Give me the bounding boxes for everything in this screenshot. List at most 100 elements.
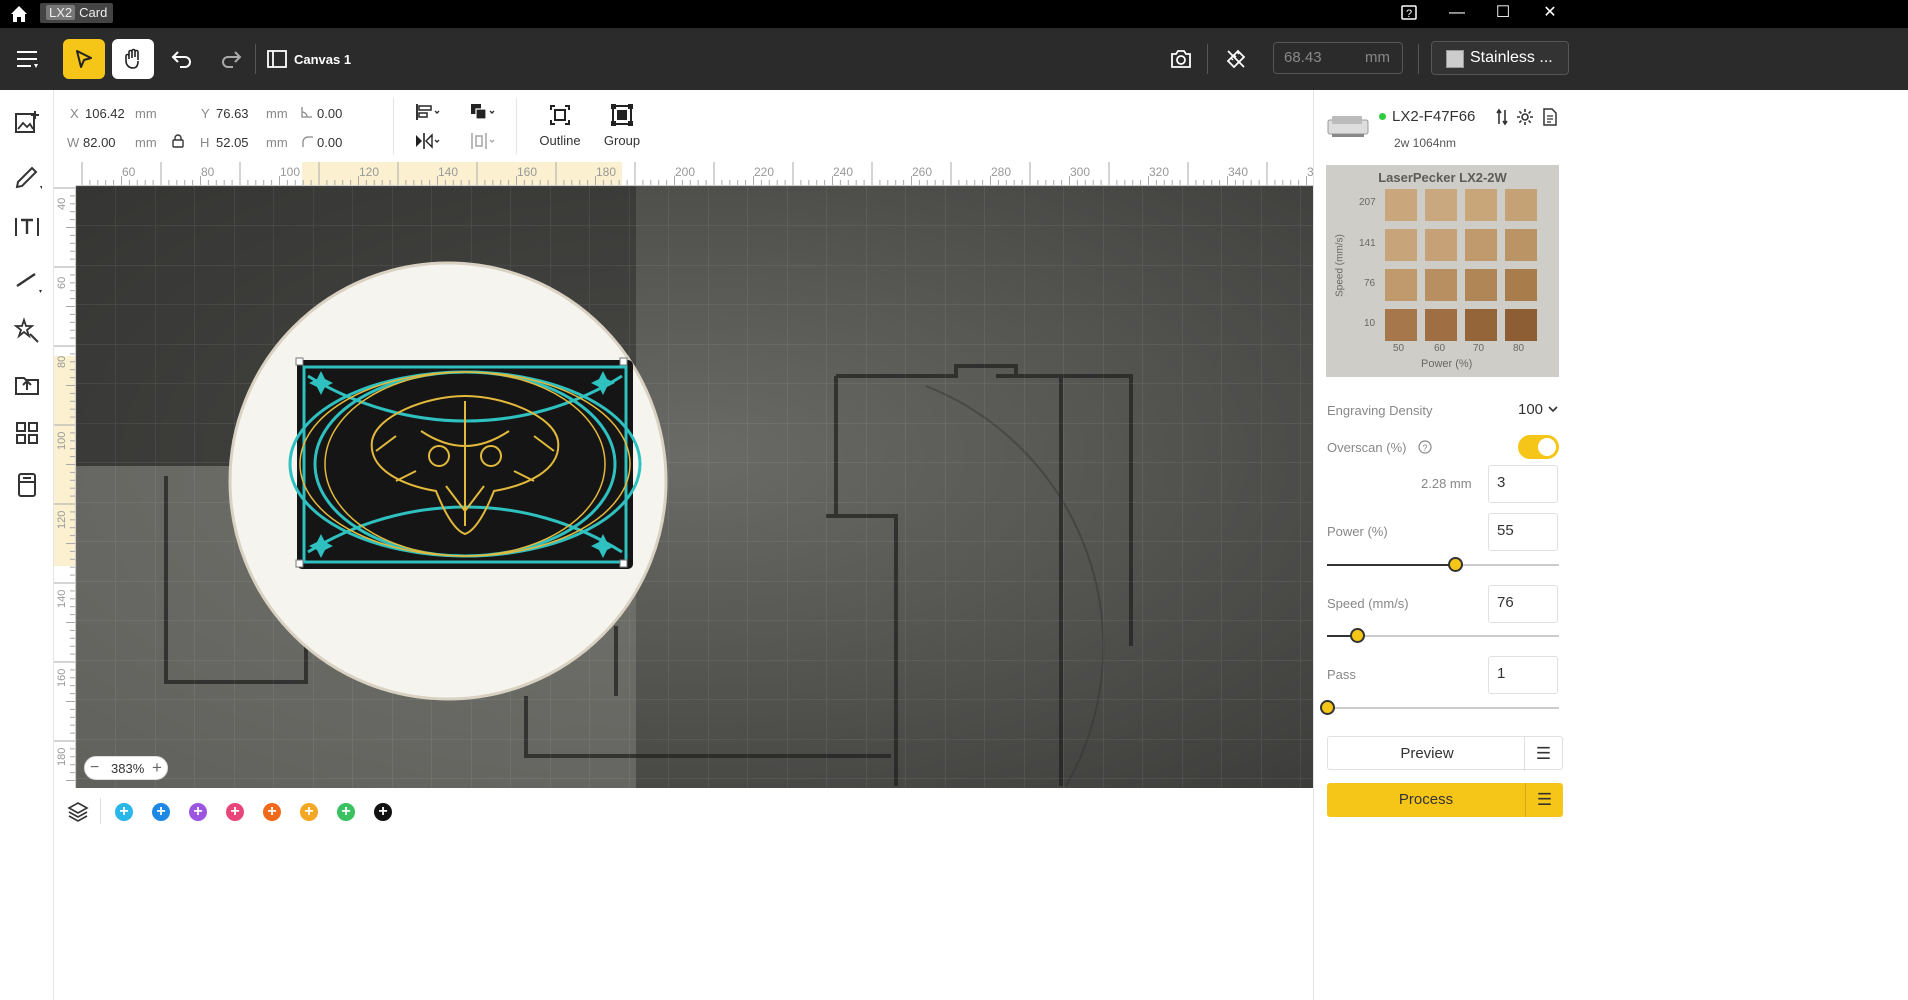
w-label: W xyxy=(67,135,80,150)
focus-distance-unit: mm xyxy=(1365,49,1390,66)
zoom-out-button[interactable]: − xyxy=(90,759,99,777)
engraving-density-select[interactable]: 100 xyxy=(1518,401,1559,418)
pass-slider-knob[interactable] xyxy=(1320,700,1335,715)
templates-icon[interactable] xyxy=(12,418,42,448)
add-layer-button[interactable]: + xyxy=(374,803,392,821)
menu-icon[interactable] xyxy=(6,39,48,79)
ruler-label: 120 xyxy=(359,165,380,179)
outline-button[interactable]: Outline xyxy=(534,104,586,148)
layers-icon[interactable] xyxy=(67,800,89,827)
process-menu-icon[interactable]: ☰ xyxy=(1525,783,1563,817)
group-button[interactable]: Group xyxy=(599,104,645,148)
camera-button[interactable] xyxy=(1160,39,1202,79)
ruler-label: 120 xyxy=(56,510,68,529)
pan-tool-button[interactable] xyxy=(112,39,154,79)
text-tool-icon[interactable] xyxy=(12,212,42,242)
speed-tick: 76 xyxy=(1364,278,1376,289)
speed-tick: 141 xyxy=(1359,238,1376,249)
power-input[interactable]: 55 xyxy=(1488,513,1558,551)
speed-input[interactable]: 76 xyxy=(1488,585,1558,623)
add-layer-button[interactable]: + xyxy=(226,803,244,821)
w-unit: mm xyxy=(135,135,157,150)
camera-icon xyxy=(1171,50,1191,68)
overscan-input[interactable]: 3 xyxy=(1488,465,1558,503)
test-swatch xyxy=(1465,229,1497,261)
add-layer-button[interactable]: + xyxy=(337,803,355,821)
workspace-canvas[interactable] xyxy=(76,186,1313,788)
zoom-in-button[interactable]: + xyxy=(152,758,162,778)
speed-label: Speed (mm/s) xyxy=(1327,596,1409,611)
help-icon[interactable]: ? xyxy=(1386,0,1432,28)
power-slider-knob[interactable] xyxy=(1448,557,1463,572)
measure-button[interactable] xyxy=(1215,39,1257,79)
device-icon[interactable] xyxy=(12,470,42,500)
width-field[interactable]: 82.00 xyxy=(83,135,116,150)
material-swatch-icon xyxy=(1446,50,1464,68)
device-name[interactable]: LX2-F47F66 xyxy=(1392,108,1475,125)
device-settings-icon[interactable] xyxy=(1516,108,1534,131)
add-image-icon[interactable] xyxy=(12,108,42,138)
test-swatch xyxy=(1465,189,1497,221)
distribute-icon[interactable] xyxy=(469,131,497,156)
preview-button[interactable]: Preview ☰ xyxy=(1327,736,1563,771)
shapes-tool-icon[interactable] xyxy=(12,316,42,346)
rotation-field[interactable]: 0.00 xyxy=(317,106,342,121)
test-swatch xyxy=(1425,269,1457,301)
speed-tick: 10 xyxy=(1364,318,1376,329)
layerbar-divider xyxy=(100,798,101,824)
add-layer-button[interactable]: + xyxy=(300,803,318,821)
pass-slider[interactable] xyxy=(1320,700,1559,715)
material-selector[interactable]: Stainless ... xyxy=(1431,41,1569,75)
add-layer-button[interactable]: + xyxy=(263,803,281,821)
left-sidebar xyxy=(0,90,54,1000)
line-tool-icon[interactable] xyxy=(12,264,42,294)
overscan-toggle[interactable] xyxy=(1518,435,1559,459)
x-field[interactable]: 106.42 xyxy=(85,106,125,121)
select-tool-button[interactable] xyxy=(63,39,105,79)
canvas-selector[interactable]: Canvas 1 xyxy=(258,39,358,79)
arrange-icon[interactable] xyxy=(469,102,497,127)
power-slider[interactable] xyxy=(1327,557,1559,572)
y-unit: mm xyxy=(266,106,288,121)
y-field[interactable]: 76.63 xyxy=(216,106,249,121)
speed-slider-knob[interactable] xyxy=(1350,628,1365,643)
ruler-label: 140 xyxy=(438,165,459,179)
add-layer-button[interactable]: + xyxy=(152,803,170,821)
layer-bar: + + + + + + + + xyxy=(54,788,1313,834)
lock-ratio-icon[interactable] xyxy=(171,134,185,153)
device-adjust-icon[interactable] xyxy=(1494,108,1510,131)
ruler-label: 280 xyxy=(991,165,1012,179)
group-icon xyxy=(611,104,633,126)
ruler-label: 160 xyxy=(56,668,68,687)
group-label: Group xyxy=(603,133,641,148)
height-field[interactable]: 52.05 xyxy=(216,135,249,150)
process-button[interactable]: Process ☰ xyxy=(1327,783,1563,817)
preview-menu-icon[interactable]: ☰ xyxy=(1524,737,1562,771)
home-icon[interactable] xyxy=(8,3,30,25)
minimize-button[interactable]: — xyxy=(1434,0,1480,28)
pass-input[interactable]: 1 xyxy=(1488,656,1558,694)
speed-slider[interactable] xyxy=(1327,628,1559,643)
vertical-ruler: 40 60 80 100 120 140 160 180 xyxy=(54,186,76,788)
chevron-down-icon xyxy=(1548,406,1558,413)
main-toolbar: Canvas 1 68.43 mm Stainless ... xyxy=(0,28,1908,90)
redo-button[interactable] xyxy=(210,39,252,79)
pen-tool-icon[interactable] xyxy=(12,160,43,190)
focus-distance-input[interactable]: 68.43 mm xyxy=(1273,42,1403,74)
power-tick: 70 xyxy=(1473,343,1485,354)
add-layer-button[interactable]: + xyxy=(115,803,133,821)
import-icon[interactable] xyxy=(12,368,42,398)
undo-button[interactable] xyxy=(161,39,203,79)
close-button[interactable]: ✕ xyxy=(1527,0,1573,28)
ruler-corner xyxy=(54,162,76,186)
device-log-icon[interactable] xyxy=(1542,108,1558,131)
corner-radius-field[interactable]: 0.00 xyxy=(317,135,342,150)
outline-icon xyxy=(550,105,570,125)
align-icon[interactable] xyxy=(414,102,442,127)
material-name: Stainless ... xyxy=(1470,49,1553,66)
flip-icon[interactable] xyxy=(414,131,442,156)
info-icon[interactable]: ? xyxy=(1418,440,1432,459)
add-layer-button[interactable]: + xyxy=(189,803,207,821)
maximize-button[interactable]: ☐ xyxy=(1480,0,1526,28)
ruler-label: 220 xyxy=(754,165,775,179)
